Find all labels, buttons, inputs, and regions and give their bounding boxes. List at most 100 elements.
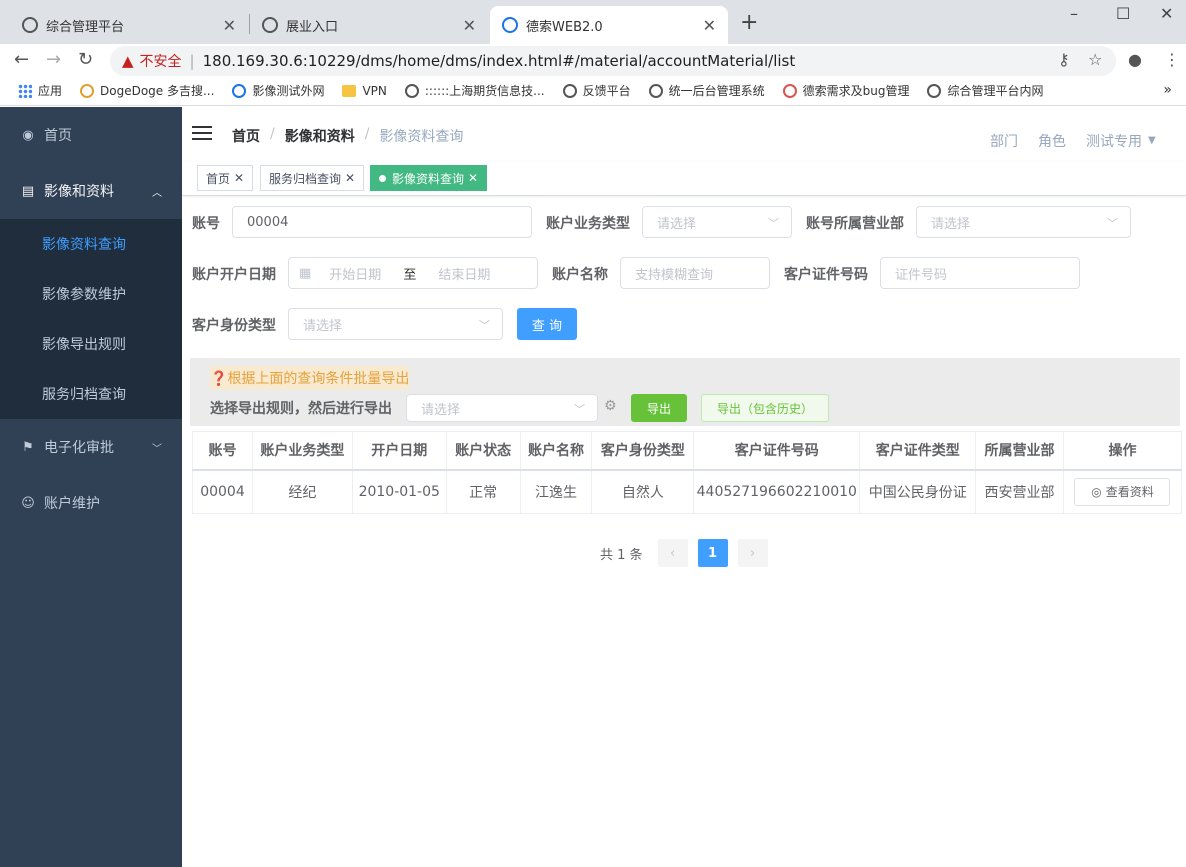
close-icon[interactable]: ✕ — [223, 16, 236, 35]
sidebar-item-account-maintenance[interactable]: ☺ 账户维护 — [0, 475, 182, 531]
breadcrumb-home[interactable]: 首页 — [232, 126, 260, 146]
cell-identity-type: 自然人 — [591, 469, 695, 514]
close-icon[interactable]: ✕ — [234, 171, 244, 185]
next-page-button[interactable]: › — [737, 539, 768, 567]
bookmark-imaging-test[interactable]: 影像测试外网 — [232, 82, 324, 99]
reload-icon[interactable]: ↻ — [78, 49, 93, 70]
star-icon[interactable]: ☆ — [1088, 50, 1102, 69]
navbar: 首页 / 影像和资料 / 影像资料查询 部门 角色 测试专用 ▼ — [182, 107, 1186, 162]
globe-icon — [262, 17, 278, 33]
account-label: 账号 — [192, 216, 220, 232]
cert-no-input[interactable]: 证件号码 — [880, 257, 1080, 289]
bookmark-bug-tracker[interactable]: 德索需求及bug管理 — [782, 82, 910, 99]
date-range-separator: 至 — [403, 267, 417, 283]
page-number-button[interactable]: 1 — [697, 539, 728, 567]
globe-icon — [22, 17, 38, 33]
user-menu[interactable]: 测试专用 — [1086, 131, 1142, 151]
question-circle-icon: ❓ — [210, 371, 228, 387]
cell-cert-type: 中国公民身份证 — [859, 469, 977, 514]
bookmarks-overflow-icon[interactable]: » — [1163, 82, 1172, 98]
identity-type-select[interactable]: 请选择 ﹀ — [288, 308, 503, 340]
account-name-input[interactable]: 支持模糊查询 — [620, 257, 770, 289]
dept-select[interactable]: 请选择 ﹀ — [916, 206, 1131, 238]
address-bar[interactable]: ▲ 不安全 | 180.169.30.6:10229/dms/home/dms/… — [110, 46, 1116, 76]
flag-icon: ⚑ — [22, 439, 34, 455]
account-input[interactable]: 00004 — [232, 206, 532, 238]
sidebar-item-home[interactable]: ◉ 首页 — [0, 107, 182, 163]
document-icon: ▤ — [21, 183, 35, 199]
globe-icon — [562, 83, 577, 98]
select-placeholder: 请选择 — [303, 318, 343, 334]
prev-page-button[interactable]: ‹ — [657, 539, 688, 567]
column-header: 账户业务类型 — [251, 431, 353, 470]
query-button[interactable]: 查 询 — [517, 308, 577, 340]
close-icon[interactable]: ✕ — [703, 16, 716, 35]
sidebar-item-e-approval[interactable]: ⚑ 电子化审批 ﹀ — [0, 419, 182, 475]
bookmark-vpn[interactable]: VPN — [342, 84, 387, 98]
export-with-history-button[interactable]: 导出（包含历史） — [701, 394, 829, 422]
cell-status: 正常 — [445, 469, 521, 514]
hamburger-icon[interactable] — [192, 126, 212, 140]
export-button[interactable]: 导出 — [631, 394, 687, 422]
bookmark-shfe-it[interactable]: ::::::上海期货信息技... — [404, 82, 545, 99]
results-table: 账号 账户业务类型 开户日期 账户状态 账户名称 客户身份类型 客户证件号码 客… — [192, 431, 1183, 514]
date-range-picker[interactable]: ▦ 开始日期 至 结束日期 — [288, 257, 538, 289]
table-header-row: 账号 账户业务类型 开户日期 账户状态 账户名称 客户身份类型 客户证件号码 客… — [192, 431, 1183, 470]
profile-icon[interactable]: ● — [1128, 50, 1142, 69]
bookmark-dogedoge[interactable]: DogeDoge 多吉搜... — [80, 82, 214, 99]
browser-tab-3[interactable]: 德索WEB2.0 ✕ — [490, 6, 728, 44]
sidebar-item-imaging-params[interactable]: 影像参数维护 — [0, 269, 182, 319]
browser-tabstrip: 综合管理平台 ✕ 展业入口 ✕ 德索WEB2.0 ✕ + – ☐ ✕ — [0, 0, 1186, 44]
sidebar-item-imaging-export-rules[interactable]: 影像导出规则 — [0, 319, 182, 369]
bookmark-intranet[interactable]: 综合管理平台内网 — [927, 82, 1043, 99]
biz-type-label: 账户业务类型 — [546, 216, 630, 232]
input-placeholder: 支持模糊查询 — [635, 267, 714, 283]
forward-icon[interactable]: → — [46, 49, 61, 70]
column-header: 账户名称 — [519, 431, 593, 470]
bookmark-admin-system[interactable]: 统一后台管理系统 — [648, 82, 765, 99]
caret-down-icon[interactable]: ▼ — [1148, 135, 1156, 146]
sidebar-item-imaging[interactable]: ▤ 影像和资料 ︿ — [0, 163, 182, 219]
view-material-button[interactable]: ◎ 查看资料 — [1074, 477, 1171, 506]
browser-tab-title: 展业入口 — [286, 19, 339, 35]
sidebar-item-archive-query[interactable]: 服务归档查询 — [0, 369, 182, 419]
tag-home[interactable]: 首页 ✕ — [197, 165, 254, 191]
sidebar-item-label: 电子化审批 — [44, 440, 114, 456]
column-header: 账号 — [192, 431, 253, 470]
input-placeholder: 证件号码 — [895, 267, 948, 283]
start-date-input[interactable]: 开始日期 — [329, 264, 381, 283]
tag-imaging-query[interactable]: 影像资料查询 ✕ — [370, 165, 488, 191]
export-panel: ❓根据上面的查询条件批量导出 选择导出规则，然后进行导出 请选择 ﹀ ⚙ 导出 … — [190, 358, 1180, 426]
tag-archive-query[interactable]: 服务归档查询 ✕ — [260, 165, 365, 191]
end-date-input[interactable]: 结束日期 — [438, 264, 490, 283]
bookmark-feedback[interactable]: 反馈平台 — [562, 82, 631, 99]
back-icon[interactable]: ← — [14, 49, 29, 70]
close-icon[interactable]: ✕ — [345, 171, 355, 185]
dept-label: 账号所属营业部 — [806, 216, 904, 232]
close-icon[interactable]: ✕ — [468, 171, 478, 185]
browser-tab-title: 综合管理平台 — [46, 19, 125, 35]
bookmark-label: 德索需求及bug管理 — [802, 84, 910, 98]
key-icon[interactable]: ⚷ — [1058, 50, 1070, 69]
maximize-icon[interactable]: ☐ — [1116, 4, 1130, 23]
browser-tab-1[interactable]: 综合管理平台 ✕ — [10, 6, 248, 44]
bookmark-apps[interactable]: 应用 — [18, 82, 62, 99]
browser-tab-2[interactable]: 展业入口 ✕ — [250, 6, 488, 44]
table-row: 00004 经纪 2010-01-05 正常 江逸生 自然人 440527196… — [192, 469, 1183, 514]
select-placeholder: 请选择 — [657, 216, 697, 232]
tag-label: 服务归档查询 — [269, 171, 342, 186]
more-menu-icon[interactable]: ⋮ — [1164, 50, 1180, 69]
close-window-icon[interactable]: ✕ — [1160, 4, 1173, 23]
biz-type-select[interactable]: 请选择 ﹀ — [642, 206, 792, 238]
sidebar: ◉ 首页 ▤ 影像和资料 ︿ 影像资料查询 影像参数维护 影像导出规则 服务归档… — [0, 107, 182, 867]
export-rule-select[interactable]: 请选择 ﹀ — [406, 394, 598, 422]
department-menu[interactable]: 部门 — [990, 131, 1018, 151]
sidebar-item-imaging-query[interactable]: 影像资料查询 — [0, 219, 182, 269]
new-tab-button[interactable]: + — [740, 10, 758, 35]
settings-gear-icon[interactable]: ⚙ — [604, 398, 617, 414]
close-icon[interactable]: ✕ — [463, 16, 476, 35]
breadcrumb-imaging[interactable]: 影像和资料 — [285, 126, 355, 146]
bookmark-label: 应用 — [38, 84, 63, 98]
role-menu[interactable]: 角色 — [1038, 131, 1066, 151]
minimize-icon[interactable]: – — [1070, 4, 1078, 23]
